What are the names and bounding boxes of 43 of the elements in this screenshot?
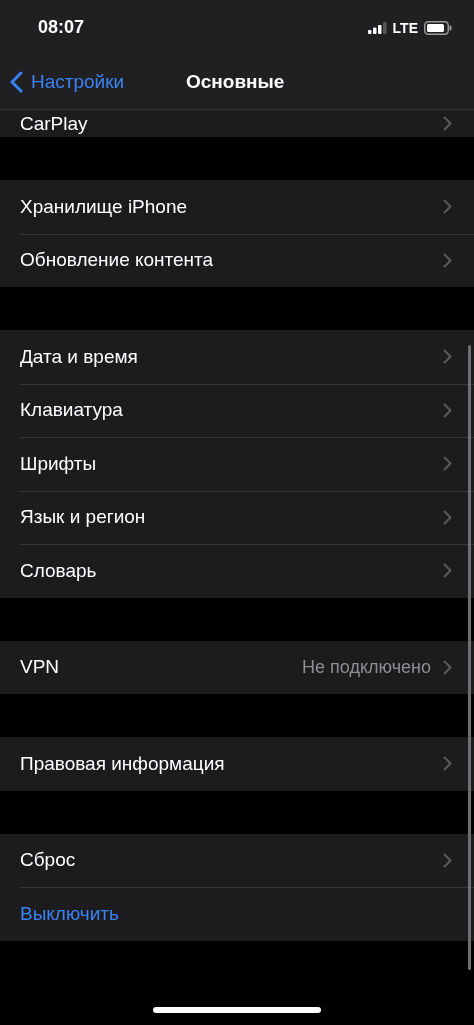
chevron-icon xyxy=(443,199,452,215)
chevron-icon xyxy=(443,563,452,579)
settings-row[interactable]: Дата и время xyxy=(0,330,474,384)
chevron-icon xyxy=(443,402,452,418)
settings-row[interactable]: Шрифты xyxy=(0,437,474,491)
signal-icon xyxy=(367,21,387,34)
row-label: Выключить xyxy=(20,902,120,925)
battery-icon xyxy=(424,20,452,35)
row-label: Хранилище iPhone xyxy=(20,195,189,218)
settings-row[interactable]: Выключить xyxy=(0,887,474,941)
chevron-icon xyxy=(443,852,452,868)
row-label: Язык и регион xyxy=(20,506,147,529)
settings-row[interactable]: Хранилище iPhone xyxy=(0,180,474,234)
page-title: Основные xyxy=(186,71,285,93)
settings-row[interactable]: Клавиатура xyxy=(0,383,474,437)
chevron-icon xyxy=(443,456,452,472)
status-time: 08:07 xyxy=(38,17,85,38)
chevron-icon xyxy=(443,659,452,675)
row-label: CarPlay xyxy=(20,112,89,135)
row-label: Дата и время xyxy=(20,345,139,368)
chevron-icon xyxy=(443,252,452,268)
settings-row[interactable]: Сброс xyxy=(0,833,474,887)
row-label: Шрифты xyxy=(20,452,98,475)
back-chevron-icon xyxy=(10,71,23,93)
settings-row[interactable]: CarPlay xyxy=(0,110,474,137)
chevron-icon xyxy=(443,509,452,525)
row-value: Не подключено xyxy=(302,656,431,678)
network-type: LTE xyxy=(392,19,418,36)
row-label: Правовая информация xyxy=(20,752,226,775)
settings-row[interactable]: VPN Не подключено xyxy=(0,640,474,694)
settings-row[interactable]: Правовая информация xyxy=(0,737,474,791)
settings-row[interactable]: Язык и регион xyxy=(0,490,474,544)
row-label: Словарь xyxy=(20,559,98,582)
back-button[interactable]: Настройки xyxy=(0,71,125,93)
settings-row[interactable]: Обновление контента xyxy=(0,233,474,287)
row-label: Клавиатура xyxy=(20,399,124,422)
settings-row[interactable]: Словарь xyxy=(0,544,474,598)
row-label: Обновление контента xyxy=(20,249,215,272)
chevron-icon xyxy=(443,349,452,365)
row-label: VPN xyxy=(20,656,61,679)
chevron-icon xyxy=(443,756,452,772)
chevron-icon xyxy=(443,116,452,131)
row-label: Сброс xyxy=(20,849,77,872)
